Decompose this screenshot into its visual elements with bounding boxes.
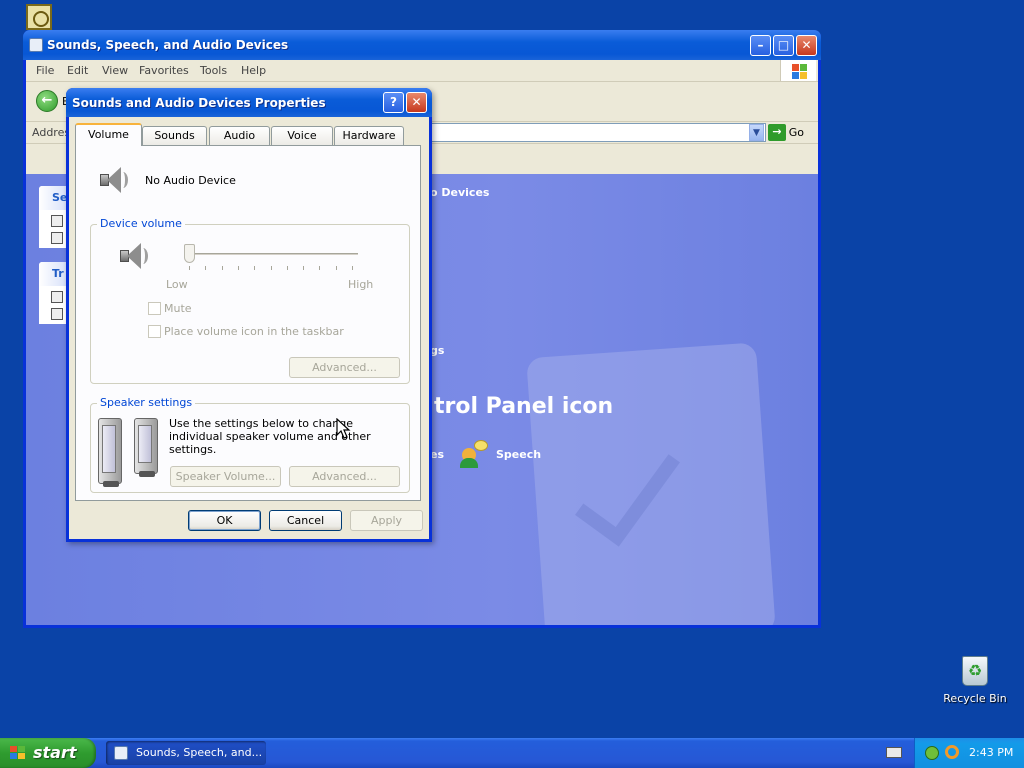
slider-tick — [237, 266, 239, 270]
taskbar-icon-checkbox[interactable] — [148, 325, 161, 338]
back-arrow-icon[interactable]: ← — [36, 90, 58, 112]
menu-bar: File Edit View Favorites Tools Help — [26, 60, 818, 82]
mute-label: Mute — [164, 302, 192, 315]
taskbar-item-sounds[interactable]: Sounds, Speech, and... — [106, 741, 266, 765]
dialog-body: Volume Sounds Audio Voice Hardware No Au… — [69, 117, 429, 539]
volume-speaker-icon — [118, 241, 148, 271]
sidebar-link-icon[interactable] — [51, 232, 63, 244]
go-button[interactable]: Go — [789, 126, 804, 139]
mute-checkbox[interactable] — [148, 302, 161, 315]
cancel-button[interactable]: Cancel — [269, 510, 342, 531]
tab-volume[interactable]: Volume — [75, 123, 142, 146]
recycle-bin-icon: ♻ — [962, 656, 988, 686]
menu-tools[interactable]: Tools — [200, 64, 227, 77]
taskbar-icon-label: Place volume icon in the taskbar — [164, 325, 344, 338]
slider-tick — [221, 266, 223, 270]
help-icon[interactable] — [51, 308, 63, 320]
recycle-bin-desktop-icon[interactable]: ♻ Recycle Bin — [942, 656, 1008, 705]
recycle-bin-label: Recycle Bin — [943, 692, 1007, 705]
desktop-icon-top[interactable] — [26, 4, 52, 30]
speaker-icon — [98, 165, 128, 195]
sound-properties-dialog[interactable]: Sounds and Audio Devices Properties ? ✕ … — [66, 88, 432, 542]
speech-icon[interactable] — [460, 440, 488, 468]
control-panel-watermark-icon — [526, 342, 776, 625]
taskbar: start Sounds, Speech, and... 2:43 PM — [0, 738, 1024, 768]
slider-tick — [189, 266, 190, 270]
speaker-settings-title: Speaker settings — [97, 396, 196, 409]
system-tray: 2:43 PM — [914, 738, 1024, 768]
speaker-advanced-button[interactable]: Advanced... — [289, 466, 400, 487]
pick-icon-heading: trol Panel icon — [434, 394, 614, 419]
address-dropdown-icon[interactable]: ▼ — [749, 124, 764, 141]
slider-tick — [335, 266, 337, 270]
help-button[interactable]: ? — [383, 92, 404, 113]
sidebar-link-icon[interactable] — [51, 215, 63, 227]
task-link[interactable]: gs — [430, 344, 444, 357]
apply-button[interactable]: Apply — [350, 510, 423, 531]
speaker-settings-description: Use the settings below to change individ… — [169, 417, 371, 456]
slider-tick — [286, 266, 288, 270]
menu-help[interactable]: Help — [241, 64, 266, 77]
start-button[interactable]: start — [0, 738, 96, 768]
menu-edit[interactable]: Edit — [67, 64, 88, 77]
windows-flag-icon — [10, 746, 26, 760]
speaker-volume-button[interactable]: Speaker Volume... — [170, 466, 281, 487]
slider-tick — [352, 266, 353, 270]
volume-low-label: Low — [166, 278, 188, 291]
volume-tab-panel: No Audio Device Device volume Low High M… — [75, 145, 421, 501]
dialog-close-button[interactable]: ✕ — [406, 92, 427, 113]
ok-button[interactable]: OK — [188, 510, 261, 531]
start-label: start — [33, 743, 77, 762]
slider-tick — [205, 266, 207, 270]
dialog-title: Sounds and Audio Devices Properties — [72, 96, 326, 110]
control-panel-icon — [114, 746, 128, 760]
volume-slider-track[interactable] — [184, 253, 358, 255]
sounds-link[interactable]: es — [430, 448, 444, 461]
help-icon[interactable] — [51, 291, 63, 303]
speakers-icon — [98, 418, 162, 487]
tab-voice[interactable]: Voice — [271, 126, 333, 145]
volume-high-label: High — [348, 278, 374, 291]
tab-hardware[interactable]: Hardware — [334, 126, 404, 145]
control-panel-icon — [29, 38, 43, 52]
dialog-title-bar[interactable]: Sounds and Audio Devices Properties ? ✕ — [66, 88, 432, 117]
maximize-button[interactable]: □ — [773, 35, 794, 56]
network-icon[interactable] — [925, 746, 939, 760]
volume-advanced-button[interactable]: Advanced... — [289, 357, 400, 378]
menu-view[interactable]: View — [102, 64, 128, 77]
keyboard-icon[interactable] — [886, 747, 902, 758]
volume-slider-thumb[interactable] — [184, 244, 195, 263]
slider-tick — [254, 266, 256, 270]
close-button[interactable]: ✕ — [796, 35, 817, 56]
windows-logo-icon — [780, 60, 816, 81]
tab-audio[interactable]: Audio — [209, 126, 270, 145]
speech-link[interactable]: Speech — [496, 448, 541, 461]
taskbar-item-label: Sounds, Speech, and... — [136, 746, 263, 759]
category-heading: o Devices — [430, 186, 490, 199]
slider-tick — [270, 266, 272, 270]
menu-favorites[interactable]: Favorites — [139, 64, 189, 77]
device-name: No Audio Device — [145, 174, 236, 187]
search-icon[interactable] — [945, 745, 959, 759]
explorer-title-bar[interactable]: Sounds, Speech, and Audio Devices – □ ✕ — [23, 30, 821, 60]
menu-file[interactable]: File — [36, 64, 54, 77]
clock[interactable]: 2:43 PM — [969, 746, 1013, 759]
explorer-title: Sounds, Speech, and Audio Devices — [47, 38, 289, 52]
slider-tick — [303, 266, 305, 270]
mouse-cursor-icon — [336, 418, 351, 439]
device-volume-title: Device volume — [97, 217, 185, 230]
go-arrow-icon[interactable]: → — [768, 124, 786, 141]
tab-sounds[interactable]: Sounds — [142, 126, 207, 145]
minimize-button[interactable]: – — [750, 35, 771, 56]
slider-tick — [319, 266, 321, 270]
